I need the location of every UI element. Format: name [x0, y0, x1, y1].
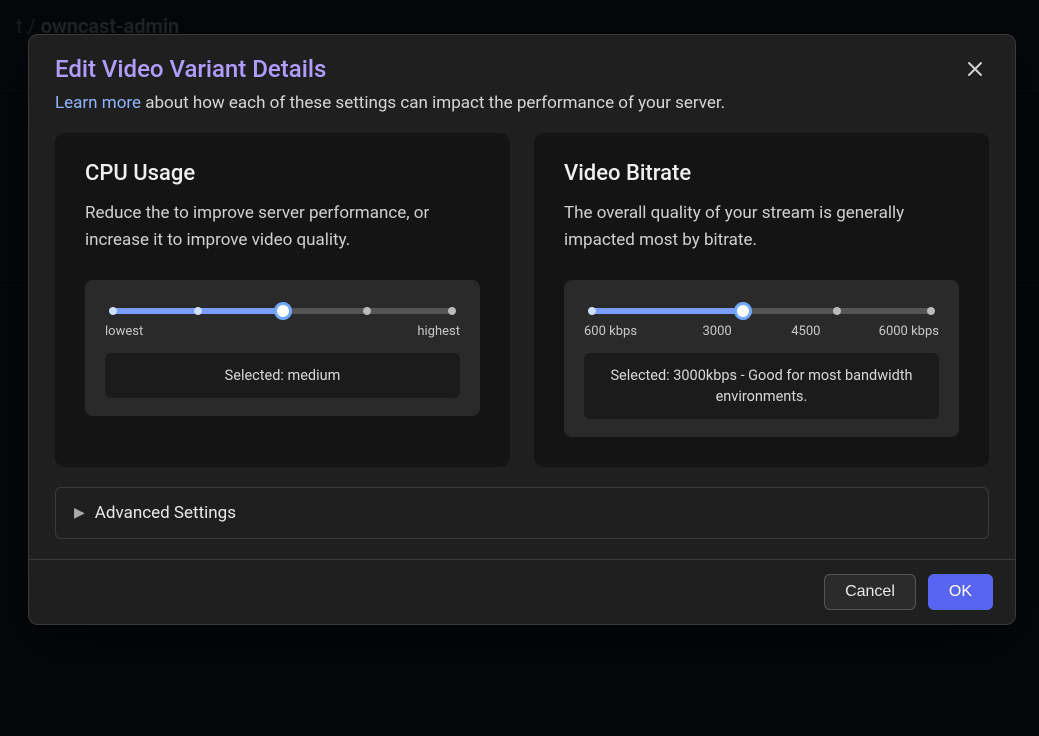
cpu-slider[interactable]	[113, 308, 452, 314]
cpu-slider-labels: lowest highest	[105, 324, 460, 339]
cpu-selected-readout: Selected: medium	[105, 353, 460, 398]
video-bitrate-card: Video Bitrate The overall quality of you…	[534, 133, 989, 467]
bitrate-selected-readout: Selected: 3000kbps - Good for most bandw…	[584, 353, 939, 419]
bitrate-slider[interactable]	[592, 308, 931, 314]
bitrate-description: The overall quality of your stream is ge…	[564, 200, 959, 254]
cpu-usage-card: CPU Usage Reduce the to improve server p…	[55, 133, 510, 467]
close-icon	[967, 61, 983, 77]
bitrate-slider-handle[interactable]	[734, 302, 752, 320]
bitrate-heading: Video Bitrate	[564, 161, 959, 186]
modal-subtitle: Learn more about how each of these setti…	[29, 89, 1015, 133]
advanced-settings-label: Advanced Settings	[95, 503, 236, 523]
cancel-button[interactable]: Cancel	[824, 574, 916, 610]
bitrate-slider-labels: 600 kbps 3000 4500 6000 kbps	[584, 324, 939, 339]
advanced-settings-toggle[interactable]: ▶ Advanced Settings	[55, 487, 989, 539]
edit-video-variant-modal: Edit Video Variant Details Learn more ab…	[28, 34, 1016, 625]
ok-button[interactable]: OK	[928, 574, 993, 610]
learn-more-link[interactable]: Learn more	[55, 93, 141, 113]
chevron-right-icon: ▶	[74, 505, 85, 521]
modal-footer: Cancel OK	[29, 559, 1015, 624]
modal-title: Edit Video Variant Details	[55, 55, 326, 83]
bitrate-slider-container: 600 kbps 3000 4500 6000 kbps Selected: 3…	[564, 280, 959, 437]
cpu-description: Reduce the to improve server performance…	[85, 200, 480, 254]
cpu-slider-container: lowest highest Selected: medium	[85, 280, 480, 416]
cpu-slider-handle[interactable]	[274, 302, 292, 320]
close-button[interactable]	[961, 55, 989, 83]
cpu-heading: CPU Usage	[85, 161, 480, 186]
